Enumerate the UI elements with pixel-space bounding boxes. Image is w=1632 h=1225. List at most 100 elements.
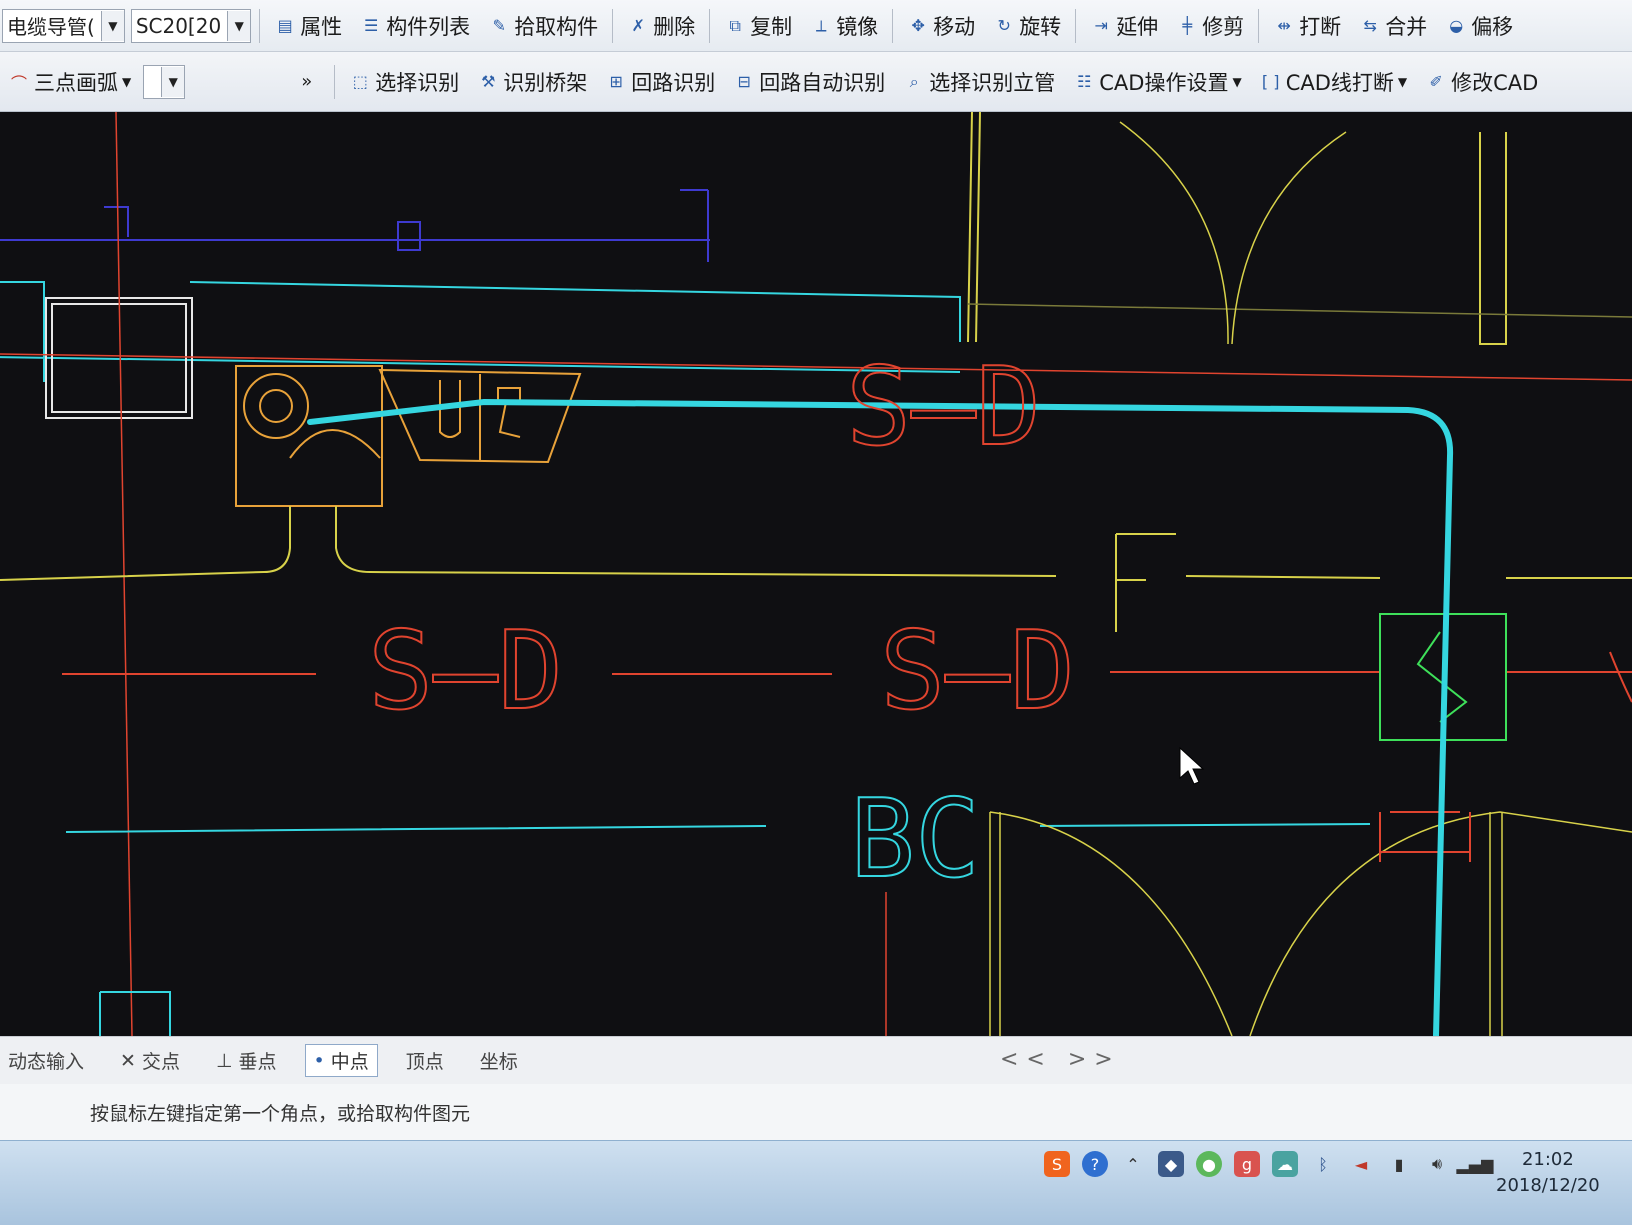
draw-arc-mode-button[interactable]: ⌒ 三点画弧 ▼	[2, 62, 137, 102]
fixture-box	[235, 365, 383, 507]
cloud-app-icon[interactable]: ☁	[1272, 1151, 1298, 1177]
drawing-canvas[interactable]: S—D S—D S—D BC S A ☾ ˙, ⌨ ☺ ♦ ✦	[0, 112, 1632, 1126]
command-prompt-bar: 按鼠标左键指定第一个角点，或拾取构件图元	[0, 1084, 1632, 1140]
taskbar-clock[interactable]: 21:02 2018/12/20	[1496, 1147, 1600, 1199]
move-label: 移动	[933, 14, 976, 39]
delete-icon: ✗	[631, 16, 645, 35]
circuit-line-red	[62, 671, 1632, 675]
copy-button[interactable]: ⧉ 复制	[718, 6, 798, 46]
network-signal-icon[interactable]: ▂▄▆	[1457, 1151, 1494, 1177]
cad-settings-button[interactable]: ☷ CAD操作设置 ▼	[1067, 62, 1247, 102]
snap-coordinate-label: 坐标	[479, 1051, 518, 1073]
mirror-label: 镜像	[836, 14, 879, 39]
rotate-icon: ↻	[997, 16, 1011, 35]
circuit-recognize-label: 回路识别	[631, 70, 716, 95]
cad-break-button[interactable]: [ ] CAD线打断 ▼	[1254, 62, 1413, 102]
notification-icon[interactable]: ◄	[1348, 1151, 1374, 1177]
drawing-label-bc: BC	[850, 777, 980, 902]
toolbar-divider	[709, 8, 711, 43]
snap-intersection[interactable]: ✕ 交点	[112, 1045, 188, 1076]
clock-time: 21:02	[1521, 1149, 1574, 1170]
break-label: 打断	[1299, 14, 1342, 39]
grid-line-red-vertical	[115, 112, 133, 1036]
select-recognize-label: 选择识别	[375, 70, 460, 95]
tray-recognize-icon: ⚒	[481, 72, 496, 91]
fixture-circle-inner	[259, 389, 293, 423]
sogou-tray-icon[interactable]: S	[1044, 1151, 1070, 1177]
drawing-label-left: S—D	[368, 609, 563, 734]
merge-button[interactable]: ⇆ 合并	[1353, 6, 1433, 46]
more-label: »	[301, 71, 313, 92]
riser-icon: ⌕	[909, 71, 919, 91]
snap-vertex[interactable]: 顶点	[398, 1045, 452, 1076]
toolbar-divider	[334, 64, 336, 99]
eyedropper-icon: ✎	[492, 16, 506, 35]
break-button[interactable]: ⇹ 打断	[1267, 6, 1347, 46]
circuit-recognize-button[interactable]: ⊞ 回路识别	[599, 62, 721, 102]
snap-perpendicular[interactable]: ⊥ 垂点	[208, 1045, 285, 1076]
auto-circuit-button[interactable]: ⊟ 回路自动识别	[727, 62, 891, 102]
gamepad-icon[interactable]: ◆	[1158, 1151, 1184, 1177]
select-recognize-button[interactable]: ⬚ 选择识别	[343, 62, 465, 102]
label-f-stroke	[1115, 533, 1176, 632]
battery-icon[interactable]: ▮	[1386, 1151, 1412, 1177]
cad-edit-button[interactable]: ✐ 修改CAD	[1419, 62, 1544, 102]
mouse-cursor-icon	[1179, 746, 1205, 785]
red-g-app-icon[interactable]: g	[1234, 1151, 1260, 1177]
door-swing-arc-bottom	[989, 811, 1233, 1036]
bluetooth-icon[interactable]: ᛒ	[1310, 1151, 1336, 1177]
component-spec-select[interactable]: SC20[20 ▼	[130, 8, 252, 43]
circuit-icon: ⊞	[609, 72, 623, 91]
recognize-tray-button[interactable]: ⚒ 识别桥架	[471, 62, 593, 102]
draw-option-select[interactable]: ▼	[143, 64, 186, 99]
toolbar-divider	[1258, 8, 1260, 43]
chevron-down-icon: ▼	[1232, 74, 1242, 89]
pipe-yellow	[0, 506, 1632, 581]
rotate-label: 旋转	[1019, 14, 1062, 39]
mirror-button[interactable]: ⟂ 镜像	[804, 6, 884, 46]
show-hidden-icons-icon[interactable]: ⌃	[1120, 1151, 1146, 1177]
toolbar-divider	[1075, 8, 1077, 43]
fixture-trapezoid	[378, 368, 582, 464]
scroll-nav-buttons[interactable]: << >>	[1000, 1047, 1121, 1072]
component-list-button[interactable]: ☰ 构件列表	[354, 6, 476, 46]
cad-drawing[interactable]: S—D S—D S—D BC	[0, 112, 1632, 1036]
chevron-down-icon[interactable]: ▼	[100, 10, 124, 41]
offset-label: 偏移	[1471, 14, 1514, 39]
properties-label: 属性	[300, 14, 343, 39]
cad-toolbar: ⌒ 三点画弧 ▼ ▼ » ⬚ 选择识别 ⚒ 识别桥架 ⊞ 回路识别 ⊟ 回路自动识别 ⌕ 选择…	[0, 52, 1632, 112]
windows-taskbar: S ? ⌃ ◆ ● g ☁ ᛒ ◄ ▮ 🔊︎ ▂▄▆ 21:02 2018/12…	[0, 1140, 1632, 1225]
snap-midpoint[interactable]: • 中点	[304, 1044, 378, 1077]
snap-vertex-label: 顶点	[405, 1051, 444, 1073]
rotate-button[interactable]: ↻ 旋转	[987, 6, 1067, 46]
delete-button[interactable]: ✗ 删除	[621, 6, 701, 46]
cad-edit-label: 修改CAD	[1451, 70, 1539, 95]
component-type-value: 电缆导管(	[7, 15, 95, 39]
move-button[interactable]: ✥ 移动	[901, 6, 981, 46]
help-icon[interactable]: ?	[1082, 1151, 1108, 1177]
trim-button[interactable]: ╪ 修剪	[1170, 6, 1250, 46]
wall-corner-cyan	[99, 991, 171, 1036]
extend-icon: ⇥	[1094, 16, 1108, 35]
chevron-down-icon[interactable]: ▼	[161, 66, 185, 97]
snap-dynamic-input[interactable]: 动态输入	[0, 1045, 92, 1076]
volume-icon[interactable]: 🔊︎	[1424, 1151, 1450, 1177]
wall-line-cyan-bottom	[65, 823, 1371, 833]
extend-button[interactable]: ⇥ 延伸	[1084, 6, 1164, 46]
auto-circuit-label: 回路自动识别	[759, 70, 886, 95]
red-arc-fragment	[1609, 651, 1632, 703]
arc-icon: ⌒	[10, 73, 27, 93]
offset-button[interactable]: ◒ 偏移	[1439, 6, 1519, 46]
green-app-icon[interactable]: ●	[1196, 1151, 1222, 1177]
mirror-icon: ⟂	[815, 15, 827, 35]
riser-recognize-button[interactable]: ⌕ 选择识别立管	[897, 62, 1061, 102]
component-type-select[interactable]: 电缆导管( ▼	[2, 8, 125, 43]
merge-label: 合并	[1385, 14, 1428, 39]
more-button[interactable]: »	[191, 62, 326, 102]
snap-coordinate[interactable]: 坐标	[472, 1045, 526, 1076]
copy-icon: ⧉	[729, 15, 741, 35]
system-tray: S ? ⌃ ◆ ● g ☁ ᛒ ◄ ▮ 🔊︎ ▂▄▆	[1044, 1151, 1494, 1177]
pick-component-button[interactable]: ✎ 拾取构件	[482, 6, 604, 46]
chevron-down-icon[interactable]: ▼	[227, 10, 251, 41]
properties-button[interactable]: ▤ 属性	[268, 6, 348, 46]
